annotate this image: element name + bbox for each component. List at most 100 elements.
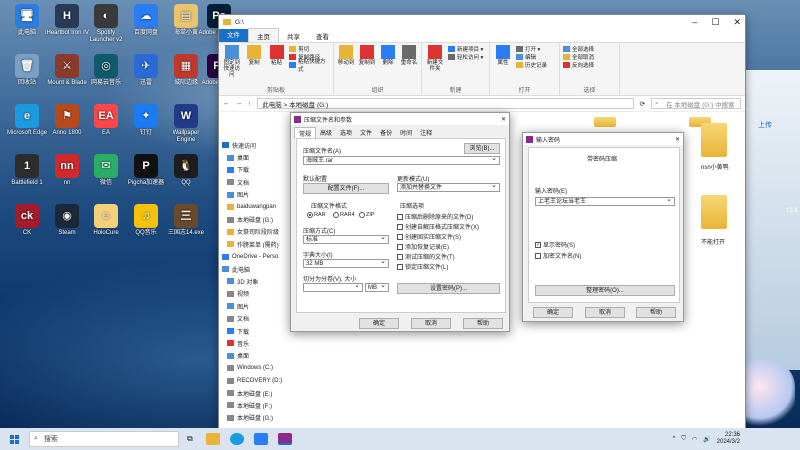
back-icon[interactable]: ← (223, 100, 230, 107)
desktop-icon[interactable]: P Pigcha加速器 (124, 154, 168, 187)
desktop-icon[interactable]: ck CK (5, 204, 49, 237)
compress-option-checkbox[interactable]: 创建自解压格式压缩文件(X) (397, 222, 479, 231)
ribbon-small-button[interactable]: 打开 ▾ (516, 45, 547, 53)
desktop-icon[interactable]: ✉ 微信 (84, 154, 128, 187)
desktop-icon[interactable]: W Wallpaper Engine (164, 104, 208, 144)
ribbon-small-button[interactable]: 剪切 (289, 45, 330, 53)
nav-item[interactable]: 桌面 (219, 151, 295, 163)
desktop-icon[interactable]: ⚔ Mount & Blade (45, 54, 89, 87)
desktop-icon[interactable]: ♫ QQ音乐 (124, 204, 168, 237)
compress-option-checkbox[interactable]: 锁定压缩文件(L) (397, 262, 448, 271)
desktop-icon[interactable]: ☺ HoloCure (84, 204, 128, 237)
nav-item[interactable]: 下载 (219, 164, 295, 176)
folder-top-1[interactable] (594, 117, 616, 127)
show-password-checkbox[interactable]: ✓ 显示密码(S) (535, 240, 575, 249)
volume-icon[interactable]: 🔊 (703, 436, 710, 443)
nav-item[interactable]: baiduwangpan (219, 201, 295, 213)
tray-chevron-icon[interactable]: ^ (673, 436, 676, 442)
tab-home[interactable]: 主页 (248, 28, 279, 43)
compress-option-checkbox[interactable]: 测试压缩的文件(T) (397, 252, 455, 261)
desktop-icon[interactable]: 1 Battlefield 1 (5, 154, 49, 187)
password-cancel-button[interactable]: 取消 (585, 307, 625, 318)
winrar-taskbar-icon[interactable] (277, 433, 292, 445)
desktop-icon[interactable]: 🐧 QQ (164, 154, 208, 187)
folder-cannot-open[interactable] (701, 195, 727, 229)
update-mode-select[interactable]: 添加并替换文件 (397, 183, 500, 192)
shield-icon[interactable]: ⛉ (681, 436, 686, 443)
folder-nsn[interactable] (701, 123, 727, 157)
search-box[interactable]: ⌕ 在 本地磁盘 (G:) 中搜索 (651, 98, 741, 109)
password-help-button[interactable]: 帮助 (636, 307, 676, 318)
nav-item[interactable]: 文档 (219, 176, 295, 188)
nav-item[interactable]: OneDrive - Perso (219, 251, 295, 263)
organize-passwords-button[interactable]: 整理密码(O)... (535, 285, 675, 296)
windows-start-icon[interactable] (10, 434, 19, 444)
ribbon-small-button[interactable]: 新建项目 ▾ (448, 45, 483, 53)
forward-icon[interactable]: → (236, 100, 243, 107)
nav-item[interactable]: 快速访问 (219, 139, 295, 151)
wifi-icon[interactable]: ◠ (692, 436, 697, 443)
tab-view[interactable]: 查看 (308, 29, 337, 43)
ribbon-small-button[interactable]: 全部选择 (563, 45, 594, 53)
nav-item[interactable]: 3D 对象 (219, 275, 295, 287)
nav-item[interactable]: 本地磁盘 (G:) (219, 412, 295, 424)
compress-option-checkbox[interactable]: 添加恢复记录(E) (397, 242, 449, 251)
nav-item[interactable]: 本地磁盘 (G:) (219, 213, 295, 225)
desktop-icon[interactable]: ⚑ Anno 1800 (45, 104, 89, 137)
maximize-button[interactable]: ☐ (711, 17, 719, 28)
password-dialog-close[interactable]: ✕ (675, 136, 680, 143)
compress-option-checkbox[interactable]: 压缩后删除原来的文件(D) (397, 212, 473, 221)
up-icon[interactable]: ↑ (248, 100, 251, 107)
ribbon-small-button[interactable]: 粘贴快捷方式 (289, 59, 330, 73)
edge-taskbar-icon[interactable] (229, 433, 244, 445)
browse-button[interactable]: 浏览(B)... (464, 143, 500, 154)
desktop-icon[interactable]: e Microsoft Edge (5, 104, 49, 137)
close-button[interactable]: ✕ (733, 17, 741, 28)
compress-cancel-button[interactable]: 取消 (411, 318, 451, 329)
desktop-icon[interactable]: ✈ 迅雷 (124, 54, 168, 87)
taskbar-search[interactable]: ⌕ 搜索 (29, 431, 179, 447)
password-ok-button[interactable]: 确定 (533, 307, 573, 318)
ribbon-small-button[interactable]: 反向选择 (563, 61, 594, 69)
desktop-icon[interactable]: ✦ 钉钉 (124, 104, 168, 137)
nav-item[interactable]: 此电脑 (219, 263, 295, 275)
tab-file[interactable]: 文件 (219, 29, 248, 42)
nav-item[interactable]: RECOVERY (D:) (219, 374, 295, 386)
nav-item[interactable]: 图片 (219, 189, 295, 201)
desktop-icon[interactable]: 🗑 回收站 (5, 54, 49, 87)
minimize-button[interactable]: – (692, 17, 697, 28)
ribbon-small-button[interactable]: 轻松访问 ▾ (448, 53, 483, 61)
desktop-icon[interactable]: EA EA (84, 104, 128, 137)
baidu-netdisk-taskbar-icon[interactable] (253, 433, 268, 445)
desktop-icon[interactable]: ◉ Steam (45, 204, 89, 237)
desktop-icon[interactable]: 三三国志14.exe (164, 204, 208, 237)
nav-item[interactable]: 女祭司阶段阶级 (219, 226, 295, 238)
split-size-input[interactable] (303, 283, 363, 292)
tab-share[interactable]: 共享 (279, 29, 308, 43)
format-radio[interactable]: ZIP (359, 212, 375, 218)
profiles-button[interactable]: 配置文件(F)... (303, 183, 389, 194)
desktop-icon[interactable]: ◐ Spotify Launcher v2 (84, 4, 128, 44)
compress-option-checkbox[interactable]: 创建固实压缩文件(S) (397, 232, 461, 241)
format-radio[interactable]: RAR4 (333, 212, 355, 218)
nav-item[interactable]: 下载 (219, 325, 295, 337)
encrypt-names-checkbox[interactable]: 加密文件名(N) (535, 251, 581, 260)
desktop-icon[interactable]: ◎ 网易云音乐 (84, 54, 128, 87)
desktop-icon[interactable]: ☁ 百度网盘 (124, 4, 168, 37)
compress-dialog-close[interactable]: ✕ (501, 116, 506, 123)
refresh-icon[interactable]: ⟳ (640, 100, 645, 108)
clock[interactable]: 22:36 2024/3/2 (717, 432, 740, 446)
file-explorer-taskbar-icon[interactable] (205, 433, 220, 445)
ribbon-small-button[interactable]: 历史记录 (516, 61, 547, 69)
nav-item[interactable]: Windows (C:) (219, 362, 295, 374)
set-password-button[interactable]: 设置密码(P)... (397, 283, 500, 294)
archive-name-input[interactable]: 海贼王.rar (303, 156, 500, 165)
desktop-icon[interactable]: HiHeartbot Iron IV (45, 4, 89, 37)
nav-item[interactable]: 视频 (219, 288, 295, 300)
nav-item[interactable]: 图片 (219, 300, 295, 312)
nav-item[interactable]: 本地磁盘 (E:) (219, 387, 295, 399)
compress-ok-button[interactable]: 确定 (359, 318, 399, 329)
desktop-icon[interactable]: nn nn (45, 154, 89, 187)
ribbon-small-button[interactable]: 编辑 (516, 53, 547, 61)
desktop-icon[interactable]: 🖥 此电脑 (5, 4, 49, 37)
